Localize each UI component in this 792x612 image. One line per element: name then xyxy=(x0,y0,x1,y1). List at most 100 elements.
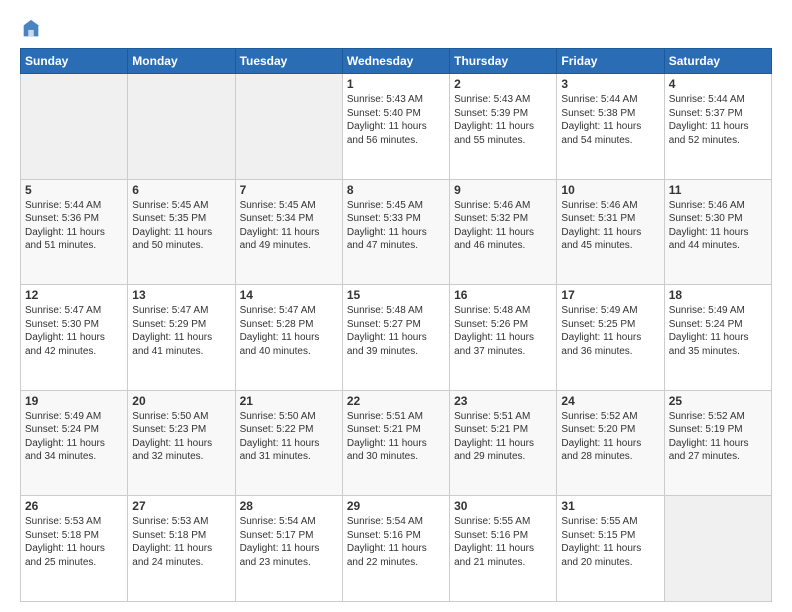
calendar-cell: 26Sunrise: 5:53 AMSunset: 5:18 PMDayligh… xyxy=(21,496,128,602)
calendar-table: SundayMondayTuesdayWednesdayThursdayFrid… xyxy=(20,48,772,602)
weekday-header-monday: Monday xyxy=(128,49,235,74)
daylight-hours: Daylight: 11 hours xyxy=(347,543,427,554)
cell-info: Sunrise: 5:52 AMSunset: 5:19 PMDaylight:… xyxy=(669,410,767,464)
calendar-cell: 2 Sunrise: 5:43 AMSunset: 5:39 PMDaylight… xyxy=(450,74,557,180)
weekday-header-thursday: Thursday xyxy=(450,49,557,74)
day-number: 16 xyxy=(454,288,552,302)
calendar-cell: 11Sunrise: 5:46 AMSunset: 5:30 PMDayligh… xyxy=(664,179,771,285)
day-number: 24 xyxy=(561,394,659,408)
calendar-cell: 8Sunrise: 5:45 AMSunset: 5:33 PMDaylight… xyxy=(342,179,449,285)
cell-info: Sunrise: 5:55 AMSunset: 5:16 PMDaylight:… xyxy=(454,515,552,569)
cell-info: Sunrise: 5:45 AMSunset: 5:35 PMDaylight:… xyxy=(132,199,230,253)
daylight-hours: Daylight: 11 hours xyxy=(454,543,534,554)
week-row-1: 1 Sunrise: 5:43 AMSunset: 5:40 PMDaylight… xyxy=(21,74,772,180)
day-number: 15 xyxy=(347,288,445,302)
cell-info: Sunrise: 5:54 AMSunset: 5:16 PMDaylight:… xyxy=(347,515,445,569)
cell-info: Sunrise: 5:51 AMSunset: 5:21 PMDaylight:… xyxy=(347,410,445,464)
calendar-cell: 7Sunrise: 5:45 AMSunset: 5:34 PMDaylight… xyxy=(235,179,342,285)
daylight-hours: Daylight: 11 hours xyxy=(669,332,749,343)
daylight-hours: Daylight: 11 hours xyxy=(240,438,320,449)
calendar-cell: 28Sunrise: 5:54 AMSunset: 5:17 PMDayligh… xyxy=(235,496,342,602)
day-number: 23 xyxy=(454,394,552,408)
cell-info: Sunrise: 5:47 AMSunset: 5:29 PMDaylight:… xyxy=(132,304,230,358)
calendar-cell: 17 Sunrise: 5:49 AMSunset: 5:25 PMDayligh… xyxy=(557,285,664,391)
day-number: 3 xyxy=(561,77,659,91)
calendar-cell: 9Sunrise: 5:46 AMSunset: 5:32 PMDaylight… xyxy=(450,179,557,285)
week-row-5: 26Sunrise: 5:53 AMSunset: 5:18 PMDayligh… xyxy=(21,496,772,602)
calendar-cell: 25 Sunrise: 5:52 AMSunset: 5:19 PMDayligh… xyxy=(664,390,771,496)
calendar-cell xyxy=(235,74,342,180)
weekday-header-row: SundayMondayTuesdayWednesdayThursdayFrid… xyxy=(21,49,772,74)
daylight-hours: Daylight: 11 hours xyxy=(132,227,212,238)
daylight-hours: Daylight: 11 hours xyxy=(561,332,641,343)
calendar-cell: 29 Sunrise: 5:54 AMSunset: 5:16 PMDayligh… xyxy=(342,496,449,602)
cell-info: Sunrise: 5:49 AMSunset: 5:25 PMDaylight:… xyxy=(561,304,659,358)
day-number: 5 xyxy=(25,183,123,197)
calendar-cell: 24Sunrise: 5:52 AMSunset: 5:20 PMDayligh… xyxy=(557,390,664,496)
daylight-hours: Daylight: 11 hours xyxy=(561,121,641,132)
day-number: 30 xyxy=(454,499,552,513)
calendar-cell: 5 Sunrise: 5:44 AMSunset: 5:36 PMDaylight… xyxy=(21,179,128,285)
cell-info: Sunrise: 5:48 AMSunset: 5:26 PMDaylight:… xyxy=(454,304,552,358)
cell-info: Sunrise: 5:44 AMSunset: 5:36 PMDaylight:… xyxy=(25,199,123,253)
daylight-hours: Daylight: 11 hours xyxy=(454,121,534,132)
cell-info: Sunrise: 5:46 AMSunset: 5:30 PMDaylight:… xyxy=(669,199,767,253)
daylight-hours: Daylight: 11 hours xyxy=(454,227,534,238)
day-number: 20 xyxy=(132,394,230,408)
calendar-cell: 20 Sunrise: 5:50 AMSunset: 5:23 PMDayligh… xyxy=(128,390,235,496)
calendar-cell: 1 Sunrise: 5:43 AMSunset: 5:40 PMDaylight… xyxy=(342,74,449,180)
calendar-cell: 27Sunrise: 5:53 AMSunset: 5:18 PMDayligh… xyxy=(128,496,235,602)
weekday-header-saturday: Saturday xyxy=(664,49,771,74)
calendar-cell: 13 Sunrise: 5:47 AMSunset: 5:29 PMDayligh… xyxy=(128,285,235,391)
cell-info: Sunrise: 5:43 AMSunset: 5:39 PMDaylight:… xyxy=(454,93,552,147)
cell-info: Sunrise: 5:47 AMSunset: 5:28 PMDaylight:… xyxy=(240,304,338,358)
day-number: 22 xyxy=(347,394,445,408)
day-number: 26 xyxy=(25,499,123,513)
daylight-hours: Daylight: 11 hours xyxy=(347,121,427,132)
daylight-hours: Daylight: 11 hours xyxy=(240,543,320,554)
daylight-hours: Daylight: 11 hours xyxy=(240,227,320,238)
calendar-cell xyxy=(128,74,235,180)
cell-info: Sunrise: 5:50 AMSunset: 5:23 PMDaylight:… xyxy=(132,410,230,464)
calendar-cell: 10Sunrise: 5:46 AMSunset: 5:31 PMDayligh… xyxy=(557,179,664,285)
daylight-hours: Daylight: 11 hours xyxy=(561,438,641,449)
calendar-cell: 3 Sunrise: 5:44 AMSunset: 5:38 PMDaylight… xyxy=(557,74,664,180)
day-number: 10 xyxy=(561,183,659,197)
daylight-hours: Daylight: 11 hours xyxy=(347,332,427,343)
week-row-3: 12Sunrise: 5:47 AMSunset: 5:30 PMDayligh… xyxy=(21,285,772,391)
cell-info: Sunrise: 5:51 AMSunset: 5:21 PMDaylight:… xyxy=(454,410,552,464)
daylight-hours: Daylight: 11 hours xyxy=(25,543,105,554)
logo xyxy=(20,18,46,40)
daylight-hours: Daylight: 11 hours xyxy=(25,332,105,343)
daylight-hours: Daylight: 11 hours xyxy=(347,227,427,238)
calendar-cell xyxy=(664,496,771,602)
day-number: 29 xyxy=(347,499,445,513)
calendar-cell: 15Sunrise: 5:48 AMSunset: 5:27 PMDayligh… xyxy=(342,285,449,391)
calendar-cell xyxy=(21,74,128,180)
calendar-cell: 16 Sunrise: 5:48 AMSunset: 5:26 PMDayligh… xyxy=(450,285,557,391)
day-number: 1 xyxy=(347,77,445,91)
daylight-hours: Daylight: 11 hours xyxy=(240,332,320,343)
calendar-cell: 6 Sunrise: 5:45 AMSunset: 5:35 PMDaylight… xyxy=(128,179,235,285)
cell-info: Sunrise: 5:46 AMSunset: 5:32 PMDaylight:… xyxy=(454,199,552,253)
cell-info: Sunrise: 5:44 AMSunset: 5:38 PMDaylight:… xyxy=(561,93,659,147)
daylight-hours: Daylight: 11 hours xyxy=(132,332,212,343)
logo-icon xyxy=(20,18,42,40)
cell-info: Sunrise: 5:49 AMSunset: 5:24 PMDaylight:… xyxy=(669,304,767,358)
day-number: 6 xyxy=(132,183,230,197)
calendar-cell: 22 Sunrise: 5:51 AMSunset: 5:21 PMDayligh… xyxy=(342,390,449,496)
day-number: 17 xyxy=(561,288,659,302)
cell-info: Sunrise: 5:43 AMSunset: 5:40 PMDaylight:… xyxy=(347,93,445,147)
day-number: 13 xyxy=(132,288,230,302)
daylight-hours: Daylight: 11 hours xyxy=(132,543,212,554)
daylight-hours: Daylight: 11 hours xyxy=(132,438,212,449)
daylight-hours: Daylight: 11 hours xyxy=(25,438,105,449)
cell-info: Sunrise: 5:55 AMSunset: 5:15 PMDaylight:… xyxy=(561,515,659,569)
day-number: 2 xyxy=(454,77,552,91)
day-number: 28 xyxy=(240,499,338,513)
calendar-cell: 30 Sunrise: 5:55 AMSunset: 5:16 PMDayligh… xyxy=(450,496,557,602)
weekday-header-tuesday: Tuesday xyxy=(235,49,342,74)
daylight-hours: Daylight: 11 hours xyxy=(347,438,427,449)
cell-info: Sunrise: 5:45 AMSunset: 5:33 PMDaylight:… xyxy=(347,199,445,253)
day-number: 25 xyxy=(669,394,767,408)
